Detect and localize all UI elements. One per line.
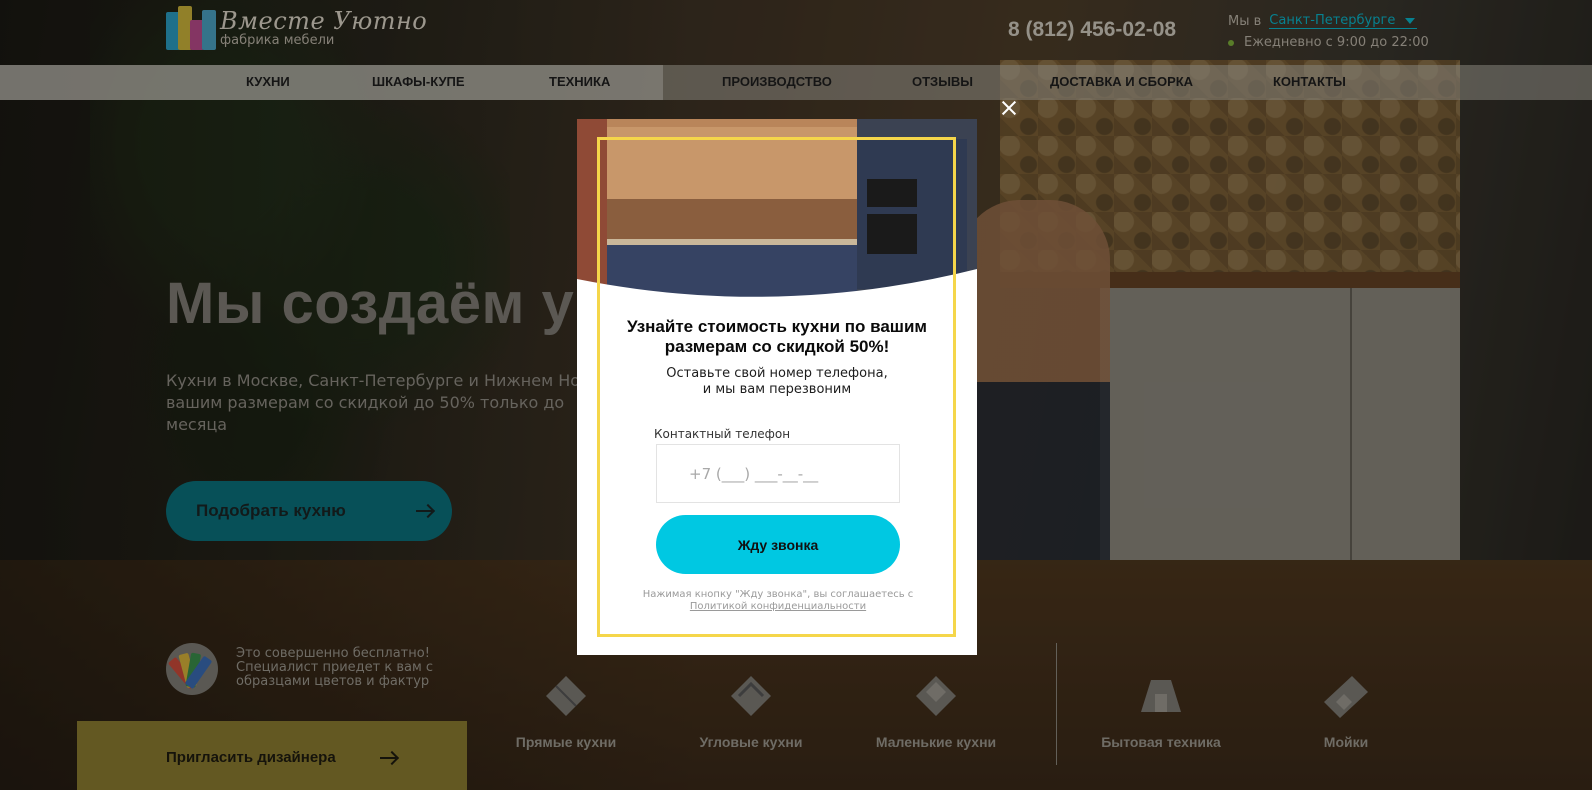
callback-modal: Узнайте стоимость кухни по вашим размера…	[577, 119, 977, 655]
callback-submit-button[interactable]: Жду звонка	[656, 515, 900, 574]
kitchen-photo	[577, 119, 977, 304]
close-icon[interactable]	[998, 97, 1020, 119]
phone-field-label: Контактный телефон	[654, 427, 791, 441]
phone-input[interactable]	[656, 444, 900, 503]
legal-notice: Нажимая кнопку "Жду звонка", вы соглашае…	[642, 589, 914, 612]
modal-subtitle: Оставьте свой номер телефона, и мы вам п…	[666, 366, 888, 397]
privacy-policy-link[interactable]: Политикой конфиденциальности	[690, 601, 866, 612]
modal-title: Узнайте стоимость кухни по вашим размера…	[626, 317, 928, 356]
